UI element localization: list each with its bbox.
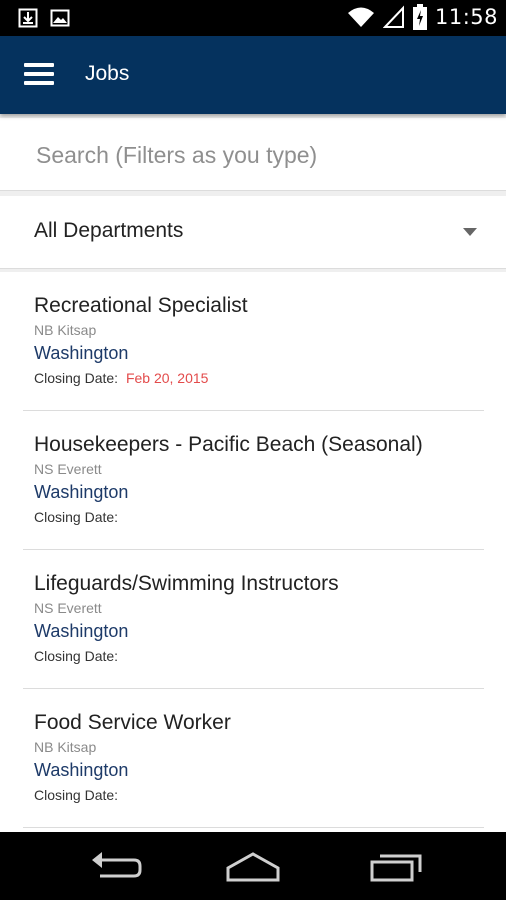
- job-closing: Closing Date:: [34, 787, 122, 803]
- closing-date-value: Feb 20, 2015: [125, 370, 209, 386]
- closing-date-label: Closing Date:: [34, 509, 119, 525]
- job-title: Housekeepers - Pacific Beach (Seasonal): [34, 433, 423, 456]
- job-base: NS Everett: [34, 461, 102, 477]
- job-state: Washington: [34, 482, 129, 502]
- system-icons: 11:58: [347, 4, 498, 30]
- job-list-item[interactable]: Food Service Worker NB Kitsap Washington…: [0, 689, 506, 828]
- divider: [23, 827, 484, 828]
- job-state: Washington: [34, 343, 129, 363]
- job-title: Food Service Worker: [34, 711, 231, 734]
- back-icon[interactable]: [78, 846, 148, 886]
- job-state: Washington: [34, 621, 129, 641]
- job-list-item[interactable]: Housekeepers - Pacific Beach (Seasonal) …: [0, 411, 506, 550]
- wifi-icon: [347, 7, 374, 27]
- department-dropdown[interactable]: All Departments: [0, 196, 506, 269]
- job-list-item[interactable]: Lifeguards/Swimming Instructors NS Evere…: [0, 550, 506, 689]
- closing-date-label: Closing Date:: [34, 648, 119, 664]
- job-list-item[interactable]: Recreational Specialist NB Kitsap Washin…: [0, 272, 506, 411]
- job-closing: Closing Date:: [34, 509, 122, 525]
- search-bar: [0, 118, 506, 191]
- dropdown-arrow-icon: [463, 228, 477, 236]
- job-base: NB Kitsap: [34, 322, 97, 338]
- home-icon[interactable]: [218, 846, 288, 886]
- closing-date-label: Closing Date:: [34, 370, 119, 386]
- job-title: Recreational Specialist: [34, 294, 248, 317]
- closing-date-label: Closing Date:: [34, 787, 119, 803]
- job-closing: Closing Date: Feb 20, 2015: [34, 370, 208, 386]
- page-title: Jobs: [85, 62, 130, 85]
- hamburger-menu-icon[interactable]: [20, 60, 60, 90]
- app-bar: Jobs: [0, 36, 506, 114]
- job-state: Washington: [34, 760, 129, 780]
- system-nav-bar: [0, 832, 506, 900]
- job-list: Recreational Specialist NB Kitsap Washin…: [0, 272, 506, 832]
- job-title: Lifeguards/Swimming Instructors: [34, 572, 339, 595]
- main-content: All Departments Recreational Specialist …: [0, 114, 506, 832]
- battery-charging-icon: [412, 4, 427, 30]
- notification-icons: [18, 8, 70, 28]
- recent-apps-icon[interactable]: [366, 846, 436, 886]
- job-closing: Closing Date:: [34, 648, 122, 664]
- download-icon: [18, 8, 38, 28]
- clock: 11:58: [434, 5, 498, 29]
- image-icon: [50, 9, 70, 27]
- job-base: NS Everett: [34, 600, 102, 616]
- signal-icon: [382, 5, 404, 28]
- search-input[interactable]: [34, 134, 478, 176]
- department-selected-label: All Departments: [34, 219, 184, 242]
- status-bar: 11:58: [0, 0, 506, 36]
- job-base: NB Kitsap: [34, 739, 97, 755]
